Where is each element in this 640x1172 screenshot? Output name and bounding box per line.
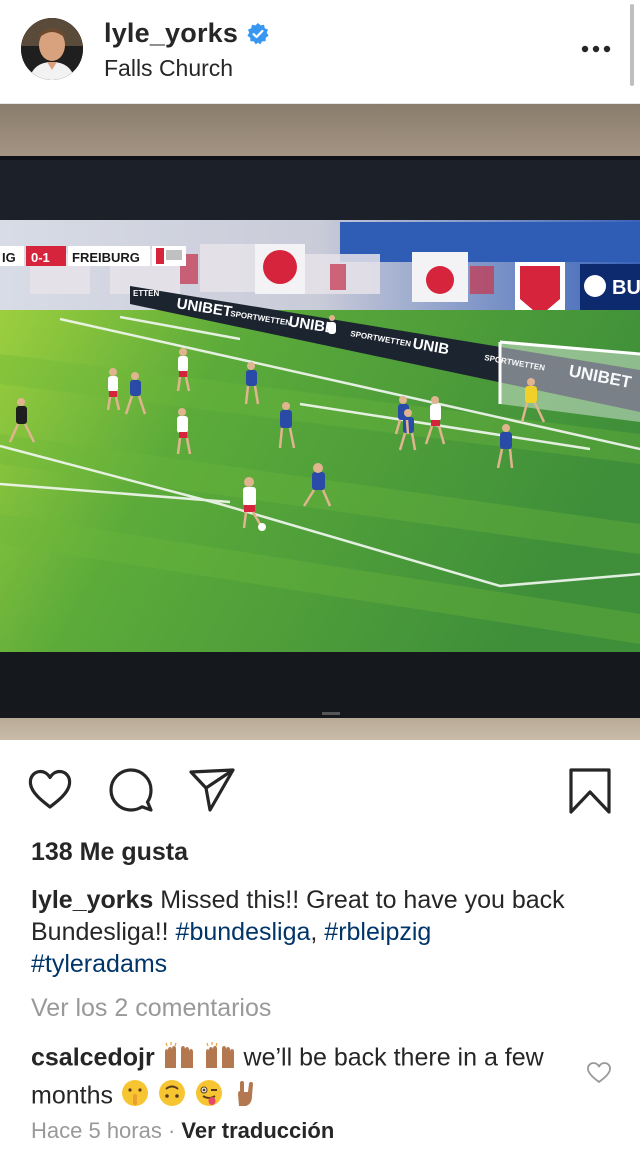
scoreboard-left-team: IG	[2, 250, 16, 265]
rock-on-hand-icon	[231, 1078, 261, 1116]
meta-separator: ·	[161, 1118, 182, 1143]
heart-icon[interactable]	[26, 766, 74, 814]
board-text: BU	[612, 277, 640, 299]
action-bar	[0, 760, 640, 820]
hashtag-link[interactable]: #rbleipzig	[324, 918, 431, 946]
scrollbar[interactable]	[630, 4, 634, 86]
scoreboard-right-team: FREIBURG	[72, 250, 140, 265]
raised-hands-icon	[162, 1040, 196, 1078]
bookmark-icon[interactable]	[566, 766, 614, 814]
post-time: Hace 5 horas	[31, 1118, 162, 1143]
see-translation-link[interactable]: Ver traducción	[181, 1118, 334, 1143]
comment-username[interactable]: csalcedojr	[31, 1044, 155, 1072]
post-location[interactable]: Falls Church	[104, 55, 233, 82]
caption-separator: ,	[310, 918, 325, 946]
comment-icon[interactable]	[107, 766, 155, 814]
post-caption: lyle_yorks Missed this!! Great to have y…	[31, 884, 591, 980]
scoreboard-score: 0-1	[31, 250, 50, 265]
raised-hands-icon	[203, 1040, 237, 1078]
shushing-face-icon	[120, 1078, 150, 1116]
post-username[interactable]: lyle_yorks	[104, 18, 238, 49]
verified-icon	[247, 22, 269, 45]
view-comments-link[interactable]: Ver los 2 comentarios	[31, 994, 271, 1023]
hashtag-link[interactable]: #bundesliga	[176, 918, 311, 946]
username-row: lyle_yorks	[104, 18, 269, 49]
avatar[interactable]	[21, 18, 83, 80]
post-header: lyle_yorks Falls Church	[0, 0, 640, 104]
post-photo[interactable]: BU UNIBET SPORTWETTEN UNIBE SPORTWETTEN …	[0, 104, 640, 740]
caption-username[interactable]: lyle_yorks	[31, 886, 153, 914]
likes-count[interactable]: 138 Me gusta	[31, 838, 188, 867]
share-icon[interactable]	[188, 766, 236, 814]
board-text: ETTEN	[133, 289, 159, 298]
upside-down-face-icon	[157, 1078, 187, 1116]
comment-like-heart-icon[interactable]	[586, 1061, 612, 1085]
post-meta: Hace 5 horas · Ver traducción	[31, 1118, 334, 1144]
more-options-icon[interactable]	[580, 42, 612, 54]
comment: csalcedojr we’ll be back there in a few …	[31, 1040, 576, 1116]
winking-tongue-face-icon	[194, 1078, 224, 1116]
hashtag-link[interactable]: #tyleradams	[31, 950, 167, 978]
